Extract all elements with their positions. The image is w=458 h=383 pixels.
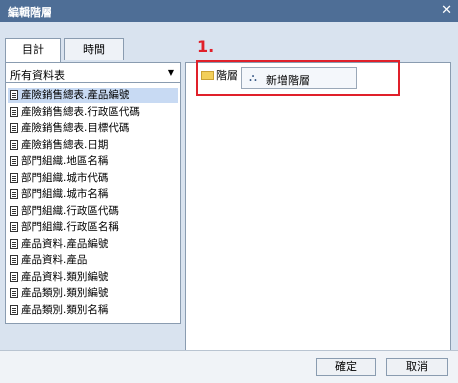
dialog-title: 編輯階層 xyxy=(8,6,52,19)
hierarchy-panel xyxy=(185,62,451,354)
hierarchy-icon: ⛬ xyxy=(249,71,257,84)
tab-label: 目計 xyxy=(22,43,44,56)
field-panel: 所有資料表 ▼ 產險銷售總表.產品編號 產險銷售總表.行政區代碼 產險銷售總表.… xyxy=(5,62,181,324)
document-icon xyxy=(10,106,18,117)
list-item[interactable]: 產品類別.類別名稱 xyxy=(8,303,178,318)
document-icon xyxy=(10,172,18,183)
document-icon xyxy=(10,156,18,166)
chevron-down-icon[interactable]: ▼ xyxy=(164,66,178,80)
document-icon xyxy=(10,139,18,150)
document-icon xyxy=(10,255,18,265)
ok-button[interactable]: 確定 xyxy=(316,358,376,376)
tab-fields[interactable]: 目計 xyxy=(5,38,61,62)
list-item[interactable]: 產險銷售總表.行政區代碼 xyxy=(8,105,178,120)
document-icon xyxy=(10,271,18,282)
document-icon xyxy=(10,205,18,216)
list-item[interactable]: 產險銷售總表.目標代碼 xyxy=(8,121,178,136)
table-select[interactable]: 所有資料表 ▼ xyxy=(6,63,180,83)
tab-time[interactable]: 時間 xyxy=(64,38,124,60)
list-item[interactable]: 部門組織.行政區代碼 xyxy=(8,204,178,219)
list-item[interactable]: 部門組織.城市代碼 xyxy=(8,171,178,186)
new-hierarchy-menu-item[interactable]: ⛬ 新增階層 xyxy=(241,67,357,89)
list-item[interactable]: 產品資料.產品 xyxy=(8,253,178,268)
hierarchy-node-label: 階層 xyxy=(216,69,238,82)
close-icon[interactable]: ✕ xyxy=(441,3,452,18)
table-select-value: 所有資料表 xyxy=(10,69,65,82)
field-list: 產險銷售總表.產品編號 產險銷售總表.行政區代碼 產險銷售總表.目標代碼 產險銷… xyxy=(8,88,178,319)
cancel-button[interactable]: 取消 xyxy=(386,358,448,376)
hierarchy-node[interactable]: 階層 xyxy=(199,68,239,84)
document-icon xyxy=(10,288,18,298)
list-item[interactable]: 部門組織.城市名稱 xyxy=(8,187,178,202)
document-icon xyxy=(10,90,18,100)
document-icon xyxy=(10,222,18,232)
dialog-footer: 確定 取消 xyxy=(0,350,458,383)
list-item[interactable]: 產險銷售總表.日期 xyxy=(8,138,178,153)
menu-item-label: 新增階層 xyxy=(266,74,310,87)
document-icon xyxy=(10,238,18,249)
tab-label: 時間 xyxy=(83,43,105,56)
list-item[interactable]: 產品類別.類別編號 xyxy=(8,286,178,301)
folder-icon xyxy=(201,71,214,80)
document-icon xyxy=(10,304,18,315)
list-item[interactable]: 部門組織.地區名稱 xyxy=(8,154,178,169)
list-item[interactable]: 部門組織.行政區名稱 xyxy=(8,220,178,235)
list-item[interactable]: 產品資料.產品編號 xyxy=(8,237,178,252)
document-icon xyxy=(10,123,18,133)
list-item[interactable]: 產險銷售總表.產品編號 xyxy=(8,88,178,103)
annotation-label: 1. xyxy=(197,37,215,56)
document-icon xyxy=(10,189,18,199)
list-item[interactable]: 產品資料.類別編號 xyxy=(8,270,178,285)
dialog-titlebar: 編輯階層 ✕ xyxy=(0,0,458,22)
